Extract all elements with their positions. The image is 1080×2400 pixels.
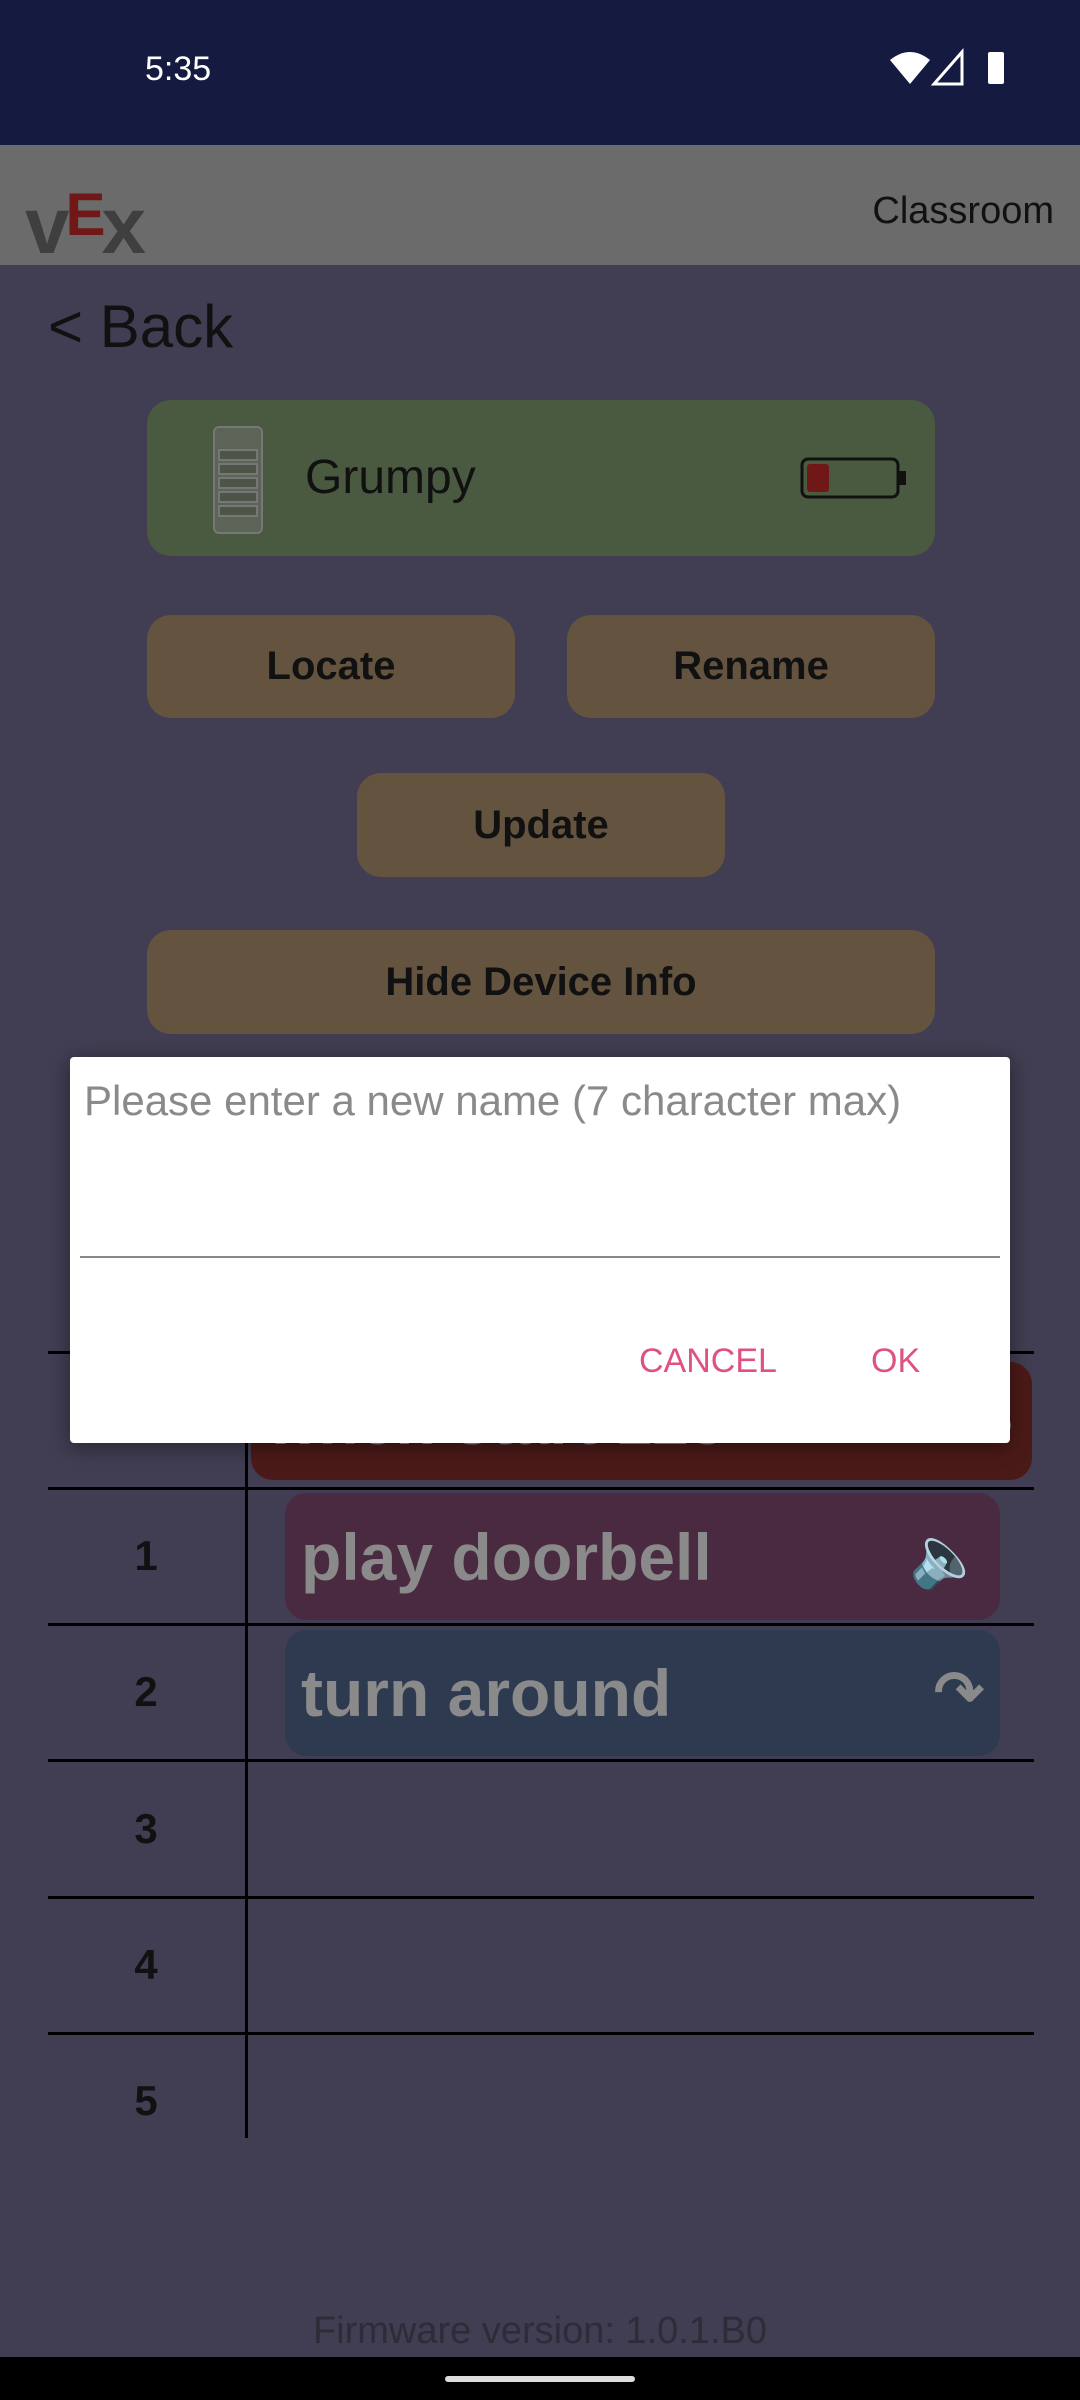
turn-around-icon: ↷ xyxy=(933,1659,984,1726)
status-icons xyxy=(890,48,1004,86)
block-label: play doorbell xyxy=(301,1519,712,1594)
status-bar: 5:35 xyxy=(0,0,1080,145)
battery-level-icon xyxy=(800,457,906,499)
block-label: turn around xyxy=(301,1656,672,1730)
table-divider xyxy=(48,1623,1034,1626)
device-name: Grumpy xyxy=(305,451,476,504)
robot-brain-icon xyxy=(213,426,263,534)
app-header: vEx Classroom xyxy=(0,145,1080,270)
back-button[interactable]: < Back xyxy=(48,292,233,361)
rename-dialog: Please enter a new name (7 character max… xyxy=(70,1057,1010,1443)
row-number: 2 xyxy=(134,1668,158,1715)
table-column-divider xyxy=(245,1351,248,2138)
home-handle[interactable] xyxy=(445,2376,635,2382)
hide-device-info-button[interactable]: Hide Device Info xyxy=(147,930,935,1034)
table-divider xyxy=(48,2032,1034,2035)
row-number: 4 xyxy=(134,1941,158,1988)
rename-button[interactable]: Rename xyxy=(567,615,935,718)
firmware-version: Firmware version: 1.0.1.B0 xyxy=(312,2310,768,2352)
locate-button[interactable]: Locate xyxy=(147,615,515,718)
ok-button[interactable]: OK xyxy=(871,1342,920,1381)
block-play-doorbell[interactable]: play doorbell 🔈 xyxy=(285,1493,1000,1620)
table-divider xyxy=(48,1896,1034,1899)
header-title: Classroom xyxy=(872,190,1054,232)
row-number: 1 xyxy=(134,1532,158,1579)
table-divider xyxy=(48,1487,1034,1490)
device-card[interactable]: Grumpy xyxy=(147,400,935,556)
block-turn-around[interactable]: turn around ↷ xyxy=(285,1630,1000,1756)
signal-icon xyxy=(930,48,964,86)
cancel-button[interactable]: CANCEL xyxy=(639,1342,777,1381)
battery-icon xyxy=(988,52,1004,84)
name-input[interactable] xyxy=(80,1067,1000,1257)
vex-logo: vEx xyxy=(25,181,146,270)
table-divider xyxy=(48,1759,1034,1762)
clock: 5:35 xyxy=(145,50,212,88)
row-number: 5 xyxy=(134,2077,158,2124)
wifi-icon xyxy=(890,52,930,84)
speaker-icon: 🔈 xyxy=(909,1523,984,1590)
input-underline xyxy=(80,1256,1000,1258)
row-number: 3 xyxy=(134,1805,158,1852)
update-button[interactable]: Update xyxy=(357,773,725,877)
